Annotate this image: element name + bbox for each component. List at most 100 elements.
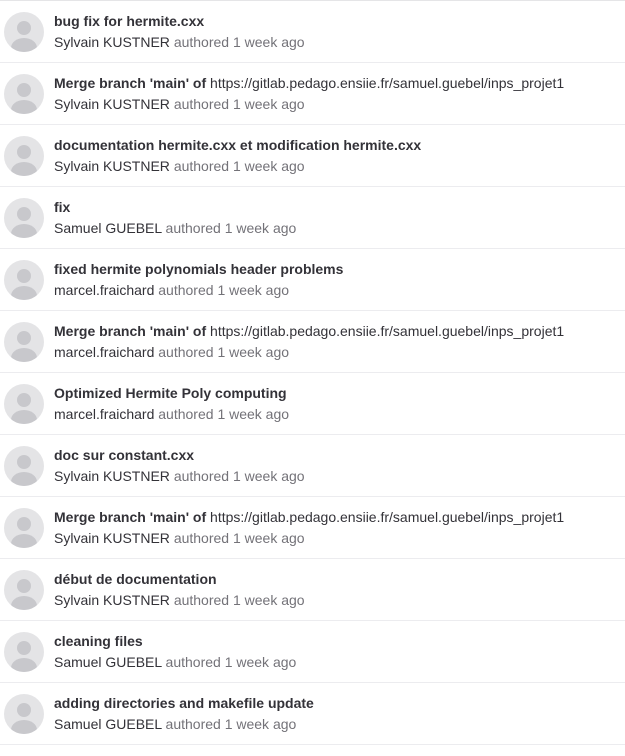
commit-meta: marcel.fraichard authored 1 week ago <box>54 405 289 423</box>
authored-label: authored <box>173 468 230 484</box>
commit-title-link[interactable]: cleaning files <box>54 633 143 649</box>
user-silhouette-icon <box>11 206 37 238</box>
commit-meta: Sylvain KUSTNER authored 1 week ago <box>54 157 421 175</box>
commit-meta: Samuel GUEBEL authored 1 week ago <box>54 219 296 237</box>
commit-content: Merge branch 'main' of https://gitlab.pe… <box>54 74 564 113</box>
commit-title-link[interactable]: Optimized Hermite Poly computing <box>54 385 287 401</box>
commit-content: Optimized Hermite Poly computing marcel.… <box>54 384 289 423</box>
merge-source-link[interactable]: https://gitlab.pedago.ensiie.fr/samuel.g… <box>210 323 564 339</box>
commit-time: 1 week ago <box>217 344 290 360</box>
commit-row: fix Samuel GUEBEL authored 1 week ago <box>0 187 625 249</box>
commit-time: 1 week ago <box>232 530 305 546</box>
commit-time: 1 week ago <box>232 34 305 50</box>
commit-content: documentation hermite.cxx et modificatio… <box>54 136 421 175</box>
commit-row: Merge branch 'main' of https://gitlab.pe… <box>0 311 625 373</box>
commit-title: début de documentation <box>54 570 305 588</box>
commit-title: Merge branch 'main' of https://gitlab.pe… <box>54 74 564 92</box>
commit-time: 1 week ago <box>217 282 290 298</box>
author-avatar-icon[interactable] <box>4 259 44 300</box>
author-avatar-icon[interactable] <box>4 383 44 424</box>
merge-source-link[interactable]: https://gitlab.pedago.ensiie.fr/samuel.g… <box>210 509 564 525</box>
commit-author[interactable]: Sylvain KUSTNER <box>54 158 170 174</box>
commit-row: Optimized Hermite Poly computing marcel.… <box>0 373 625 435</box>
commit-time: 1 week ago <box>224 716 297 732</box>
commit-content: fixed hermite polynomials header problem… <box>54 260 343 299</box>
author-avatar-icon[interactable] <box>4 507 44 548</box>
commit-author[interactable]: marcel.fraichard <box>54 406 154 422</box>
commit-time: 1 week ago <box>232 468 305 484</box>
commit-author[interactable]: marcel.fraichard <box>54 282 154 298</box>
author-avatar-icon[interactable] <box>4 569 44 610</box>
commit-meta: Samuel GUEBEL authored 1 week ago <box>54 715 314 733</box>
commit-time: 1 week ago <box>232 592 305 608</box>
commit-author[interactable]: Samuel GUEBEL <box>54 654 162 670</box>
commit-title-link[interactable]: adding directories and makefile update <box>54 695 314 711</box>
user-silhouette-icon <box>11 392 37 424</box>
user-silhouette-icon <box>11 20 37 52</box>
commit-meta: Sylvain KUSTNER authored 1 week ago <box>54 529 564 547</box>
commit-author[interactable]: Sylvain KUSTNER <box>54 34 170 50</box>
commit-title-link[interactable]: bug fix for hermite.cxx <box>54 13 204 29</box>
author-avatar-icon[interactable] <box>4 197 44 238</box>
authored-label: authored <box>165 220 221 236</box>
commit-row: début de documentation Sylvain KUSTNER a… <box>0 559 625 621</box>
commit-content: adding directories and makefile update S… <box>54 694 314 733</box>
user-silhouette-icon <box>11 268 37 300</box>
commit-title-link[interactable]: Merge branch 'main' of <box>54 509 206 525</box>
commit-title: cleaning files <box>54 632 296 650</box>
authored-label: authored <box>158 282 214 298</box>
author-avatar-icon[interactable] <box>4 73 44 114</box>
author-avatar-icon[interactable] <box>4 631 44 672</box>
commit-row: doc sur constant.cxx Sylvain KUSTNER aut… <box>0 435 625 497</box>
commit-author[interactable]: Sylvain KUSTNER <box>54 468 170 484</box>
authored-label: authored <box>173 592 230 608</box>
commit-meta: Sylvain KUSTNER authored 1 week ago <box>54 591 305 609</box>
commit-list: bug fix for hermite.cxx Sylvain KUSTNER … <box>0 0 625 745</box>
commit-author[interactable]: Samuel GUEBEL <box>54 716 162 732</box>
user-silhouette-icon <box>11 82 37 114</box>
commit-author[interactable]: marcel.fraichard <box>54 344 154 360</box>
commit-meta: Sylvain KUSTNER authored 1 week ago <box>54 95 564 113</box>
commit-title-link[interactable]: fix <box>54 199 70 215</box>
commit-author[interactable]: Samuel GUEBEL <box>54 220 162 236</box>
commit-title: Optimized Hermite Poly computing <box>54 384 289 402</box>
author-avatar-icon[interactable] <box>4 11 44 52</box>
user-silhouette-icon <box>11 702 37 734</box>
commit-title: documentation hermite.cxx et modificatio… <box>54 136 421 154</box>
commit-content: Merge branch 'main' of https://gitlab.pe… <box>54 508 564 547</box>
commit-title-link[interactable]: doc sur constant.cxx <box>54 447 194 463</box>
commit-author[interactable]: Sylvain KUSTNER <box>54 530 170 546</box>
author-avatar-icon[interactable] <box>4 693 44 734</box>
commit-content: Merge branch 'main' of https://gitlab.pe… <box>54 322 564 361</box>
commit-title-link[interactable]: Merge branch 'main' of <box>54 323 206 339</box>
authored-label: authored <box>158 344 214 360</box>
commit-title-link[interactable]: fixed hermite polynomials header problem… <box>54 261 343 277</box>
author-avatar-icon[interactable] <box>4 135 44 176</box>
authored-label: authored <box>173 96 230 112</box>
commit-author[interactable]: Sylvain KUSTNER <box>54 592 170 608</box>
user-silhouette-icon <box>11 578 37 610</box>
merge-source-link[interactable]: https://gitlab.pedago.ensiie.fr/samuel.g… <box>210 75 564 91</box>
commit-author[interactable]: Sylvain KUSTNER <box>54 96 170 112</box>
authored-label: authored <box>158 406 214 422</box>
commit-row: cleaning files Samuel GUEBEL authored 1 … <box>0 621 625 683</box>
commit-title: doc sur constant.cxx <box>54 446 305 464</box>
commit-title-link[interactable]: documentation hermite.cxx et modificatio… <box>54 137 421 153</box>
commit-content: fix Samuel GUEBEL authored 1 week ago <box>54 198 296 237</box>
authored-label: authored <box>173 530 230 546</box>
user-silhouette-icon <box>11 640 37 672</box>
author-avatar-icon[interactable] <box>4 321 44 362</box>
commit-title-link[interactable]: Merge branch 'main' of <box>54 75 206 91</box>
commit-content: cleaning files Samuel GUEBEL authored 1 … <box>54 632 296 671</box>
commit-row: adding directories and makefile update S… <box>0 683 625 745</box>
commit-title-link[interactable]: début de documentation <box>54 571 217 587</box>
commit-time: 1 week ago <box>217 406 290 422</box>
author-avatar-icon[interactable] <box>4 445 44 486</box>
authored-label: authored <box>165 716 221 732</box>
commit-meta: marcel.fraichard authored 1 week ago <box>54 343 564 361</box>
commit-row: documentation hermite.cxx et modificatio… <box>0 125 625 187</box>
commit-title: adding directories and makefile update <box>54 694 314 712</box>
commit-content: début de documentation Sylvain KUSTNER a… <box>54 570 305 609</box>
commit-title: fixed hermite polynomials header problem… <box>54 260 343 278</box>
commit-title: Merge branch 'main' of https://gitlab.pe… <box>54 508 564 526</box>
